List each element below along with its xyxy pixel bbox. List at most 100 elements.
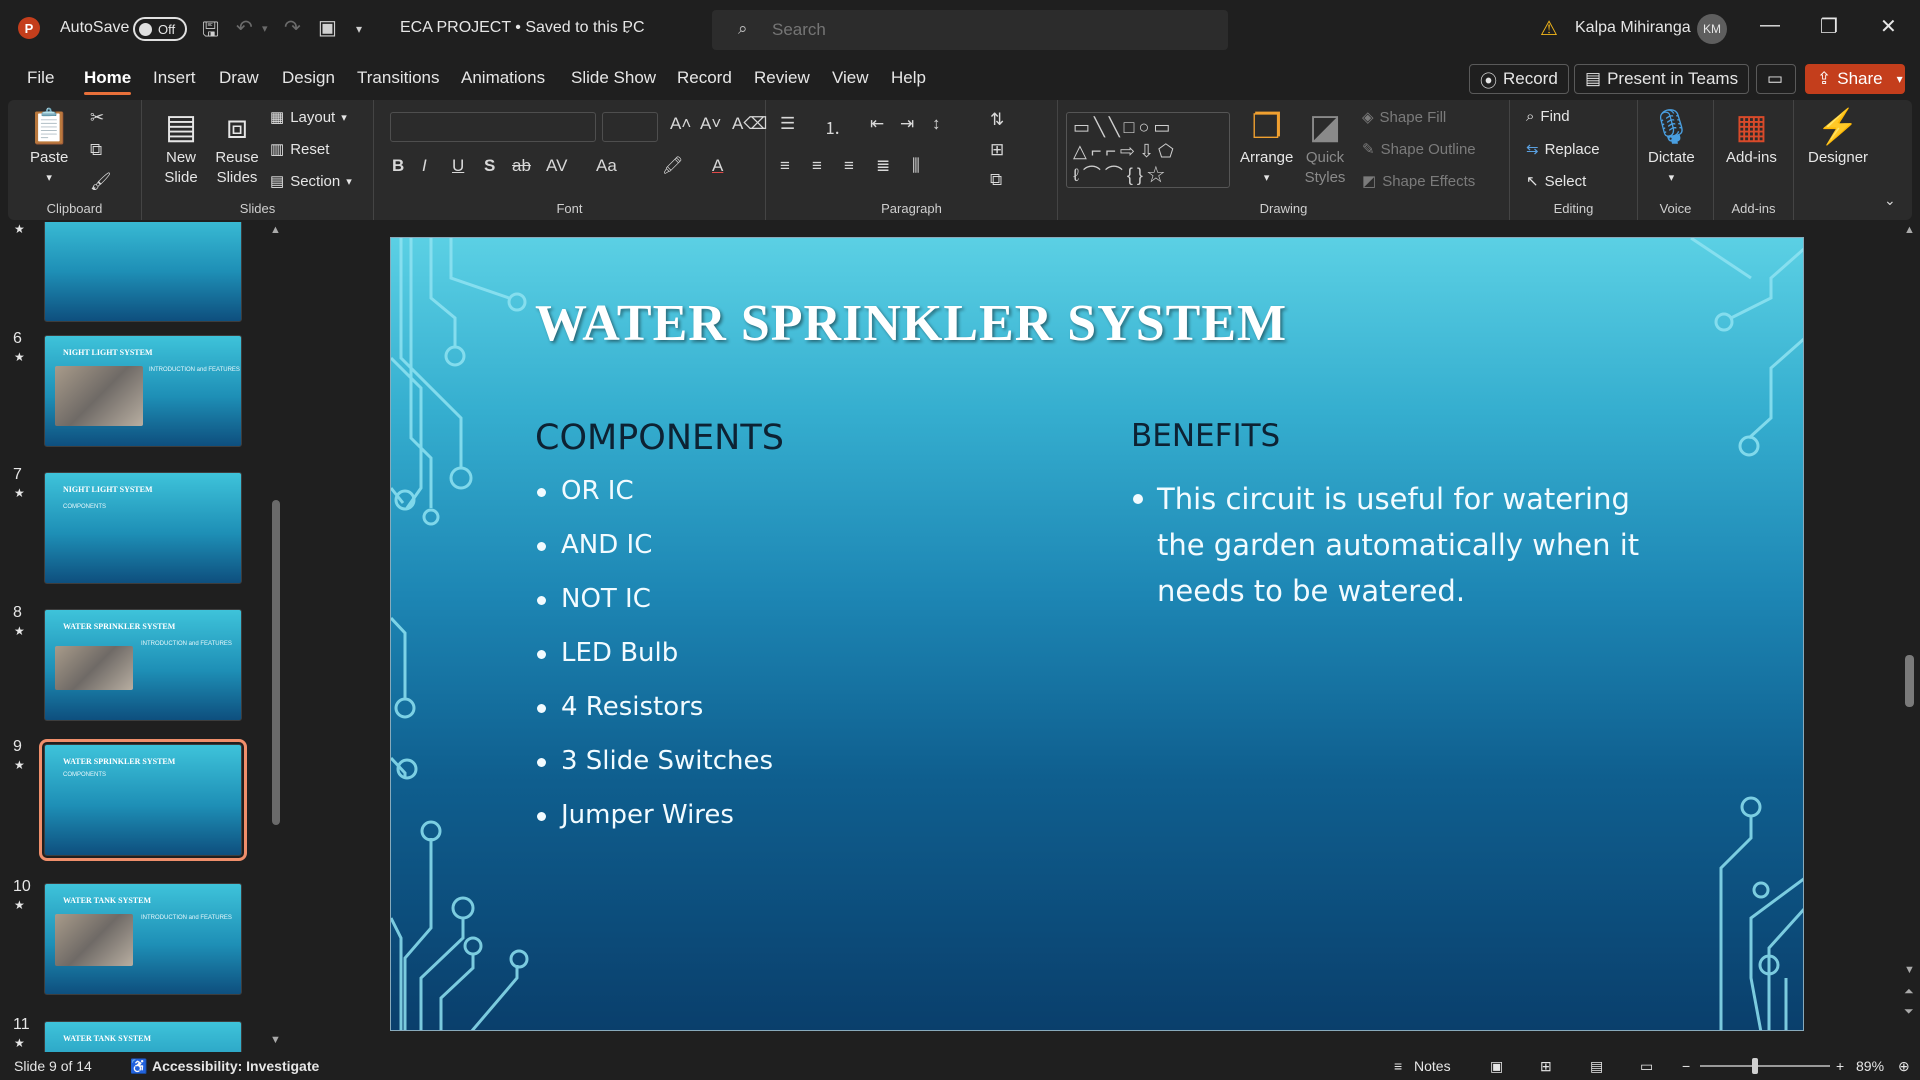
arrange-button[interactable]: ❐ Arrange ▾ [1240, 106, 1293, 188]
quick-styles-button[interactable]: ◪ Quick Styles [1298, 106, 1352, 188]
tab-review[interactable]: Review [754, 68, 810, 88]
slide-thumbnails-pane[interactable]: ★ 6 ★ NIGHT LIGHT SYSTEM INTRODUCTION an… [0, 222, 290, 1052]
smartart-icon[interactable]: ⧉ [990, 170, 1002, 190]
find-button[interactable]: ⌕ Find [1526, 108, 1570, 125]
slide-thumbnail[interactable]: NIGHT LIGHT SYSTEM COMPONENTS [44, 472, 242, 584]
slide-thumbnail-selected[interactable]: WATER SPRINKLER SYSTEM COMPONENTS [39, 739, 247, 861]
paste-button[interactable]: 📋 Paste ▾ [28, 106, 70, 188]
font-color-icon[interactable]: A [712, 156, 723, 176]
bullets-icon[interactable]: ☰ [780, 114, 795, 134]
close-icon[interactable]: ✕ [1880, 14, 1897, 39]
slide-thumbnail[interactable]: WATER TANK SYSTEM INTRODUCTION and FEATU… [44, 883, 242, 995]
dictate-button[interactable]: 🎙 Dictate ▾ [1648, 106, 1695, 188]
tab-record[interactable]: Record [677, 68, 732, 88]
search-box[interactable]: ⌕ [712, 10, 1228, 50]
tab-view[interactable]: View [832, 68, 869, 88]
slide-thumbnail[interactable]: NIGHT LIGHT SYSTEM INTRODUCTION and FEAT… [44, 335, 242, 447]
customize-quick-access-icon[interactable]: ▾ [356, 22, 362, 36]
comments-button[interactable]: ▭ [1756, 64, 1796, 94]
slide-show-icon[interactable]: ▭ [1640, 1058, 1653, 1075]
present-from-start-icon[interactable]: ▣ [318, 15, 337, 40]
slide-thumbnail[interactable]: WATER TANK SYSTEM [44, 1021, 242, 1052]
avatar[interactable]: KM [1697, 14, 1727, 44]
tab-insert[interactable]: Insert [153, 68, 196, 88]
shape-effects-button[interactable]: ◩ Shape Effects [1362, 172, 1475, 191]
slide-thumbnail[interactable]: WATER SPRINKLER SYSTEM INTRODUCTION and … [44, 609, 242, 721]
slide-sorter-icon[interactable]: ⊞ [1540, 1058, 1552, 1075]
reading-view-icon[interactable]: ▤ [1590, 1058, 1603, 1075]
save-icon[interactable]: 🖫 [202, 15, 219, 49]
addins-button[interactable]: ▦ Add-ins [1726, 106, 1777, 168]
layout-button[interactable]: ▦ Layout ▾ [270, 108, 347, 127]
undo-icon[interactable]: ↶ [236, 15, 253, 40]
share-button[interactable]: ⇪ Share ▾ [1805, 64, 1905, 94]
next-slide-icon[interactable]: ⏷ [1904, 1004, 1914, 1019]
restore-icon[interactable]: ❐ [1820, 14, 1838, 39]
change-case-button[interactable]: Aa [596, 156, 617, 176]
accessibility-status[interactable]: Accessibility: Investigate [152, 1058, 319, 1074]
accessibility-icon[interactable]: ♿ [130, 1058, 147, 1075]
zoom-slider[interactable] [1700, 1065, 1830, 1067]
columns-icon[interactable]: ⫼ [912, 156, 920, 176]
scroll-down-icon[interactable]: ▼ [270, 1034, 281, 1046]
notes-icon[interactable]: ≡ [1394, 1058, 1402, 1074]
warning-icon[interactable]: ⚠ [1540, 16, 1558, 41]
strikethrough-button[interactable]: ab [512, 156, 531, 176]
components-heading[interactable]: COMPONENTS [535, 418, 784, 458]
slide-scrollbar[interactable] [1905, 655, 1914, 707]
new-slide-button[interactable]: ▤ New Slide [154, 106, 208, 188]
align-right-icon[interactable]: ≡ [844, 156, 854, 176]
text-direction-icon[interactable]: ⇅ [990, 110, 1004, 130]
minimize-icon[interactable]: — [1760, 14, 1780, 37]
fit-to-window-icon[interactable]: ⊕ [1898, 1058, 1910, 1075]
thumbnails-scrollbar[interactable] [272, 500, 280, 825]
shapes-gallery[interactable]: ▭╲╲□○▭ △⌐⌐⇨⇩⬠ ℓ⌒⌒{}☆ [1066, 112, 1230, 188]
decrease-indent-icon[interactable]: ⇤ [870, 114, 884, 134]
font-name-dropdown[interactable] [390, 112, 596, 142]
tab-draw[interactable]: Draw [219, 68, 259, 88]
search-input[interactable] [772, 18, 1192, 42]
tab-animations[interactable]: Animations [461, 68, 545, 88]
reset-button[interactable]: ▥ Reset [270, 140, 329, 159]
increase-indent-icon[interactable]: ⇥ [900, 114, 914, 134]
slide-counter[interactable]: Slide 9 of 14 [14, 1058, 92, 1074]
copy-icon[interactable]: ⧉ [90, 140, 102, 160]
reuse-slides-button[interactable]: ⧈ Reuse Slides [210, 106, 264, 188]
tab-slide-show[interactable]: Slide Show [571, 68, 656, 88]
select-button[interactable]: ↖ Select [1526, 172, 1586, 191]
previous-slide-icon[interactable]: ⏶ [1904, 984, 1914, 999]
scroll-up-icon[interactable]: ▲ [1904, 224, 1915, 236]
autosave-toggle[interactable]: Off [133, 17, 187, 41]
align-center-icon[interactable]: ≡ [812, 156, 822, 176]
benefits-heading[interactable]: BENEFITS [1131, 418, 1280, 454]
undo-dropdown-icon[interactable]: ▾ [262, 22, 268, 35]
bold-button[interactable]: B [392, 156, 404, 176]
shape-fill-button[interactable]: ◈ Shape Fill [1362, 108, 1446, 127]
zoom-level[interactable]: 89% [1856, 1058, 1884, 1074]
highlight-icon[interactable]: 🖍 [662, 156, 684, 176]
tab-transitions[interactable]: Transitions [357, 68, 440, 88]
tab-file[interactable]: File [27, 68, 54, 88]
section-button[interactable]: ▤ Section ▾ [270, 172, 352, 191]
underline-button[interactable]: U [452, 156, 464, 176]
clear-formatting-icon[interactable]: A⌫ [732, 114, 767, 134]
record-button[interactable]: ⦿ Record [1469, 64, 1569, 94]
components-list[interactable]: OR IC AND IC NOT IC LED Bulb 4 Resistors… [535, 476, 773, 854]
line-spacing-icon[interactable]: ↕ [932, 114, 941, 134]
tab-home[interactable]: Home [84, 68, 132, 95]
scroll-down-icon[interactable]: ▼ [1904, 964, 1915, 976]
character-spacing-button[interactable]: AV [546, 156, 567, 176]
text-shadow-button[interactable]: S [484, 156, 495, 176]
replace-button[interactable]: ⇆ Replace [1526, 140, 1600, 159]
chevron-down-icon[interactable]: ⌄ [622, 22, 632, 36]
present-in-teams-button[interactable]: ▤ Present in Teams [1574, 64, 1750, 94]
zoom-out-icon[interactable]: − [1682, 1058, 1690, 1074]
chevron-down-icon[interactable]: ▾ [1897, 72, 1903, 86]
font-size-dropdown[interactable] [602, 112, 658, 142]
slide-thumbnail[interactable] [44, 222, 242, 322]
increase-font-size-icon[interactable]: A˄ [670, 114, 691, 134]
slide-title[interactable]: WATER SPRINKLER SYSTEM [535, 294, 1287, 353]
format-painter-icon[interactable]: 🖌 [90, 172, 112, 192]
numbering-icon[interactable]: ⒈ [824, 114, 841, 139]
user-name[interactable]: Kalpa Mihiranga [1575, 19, 1691, 37]
